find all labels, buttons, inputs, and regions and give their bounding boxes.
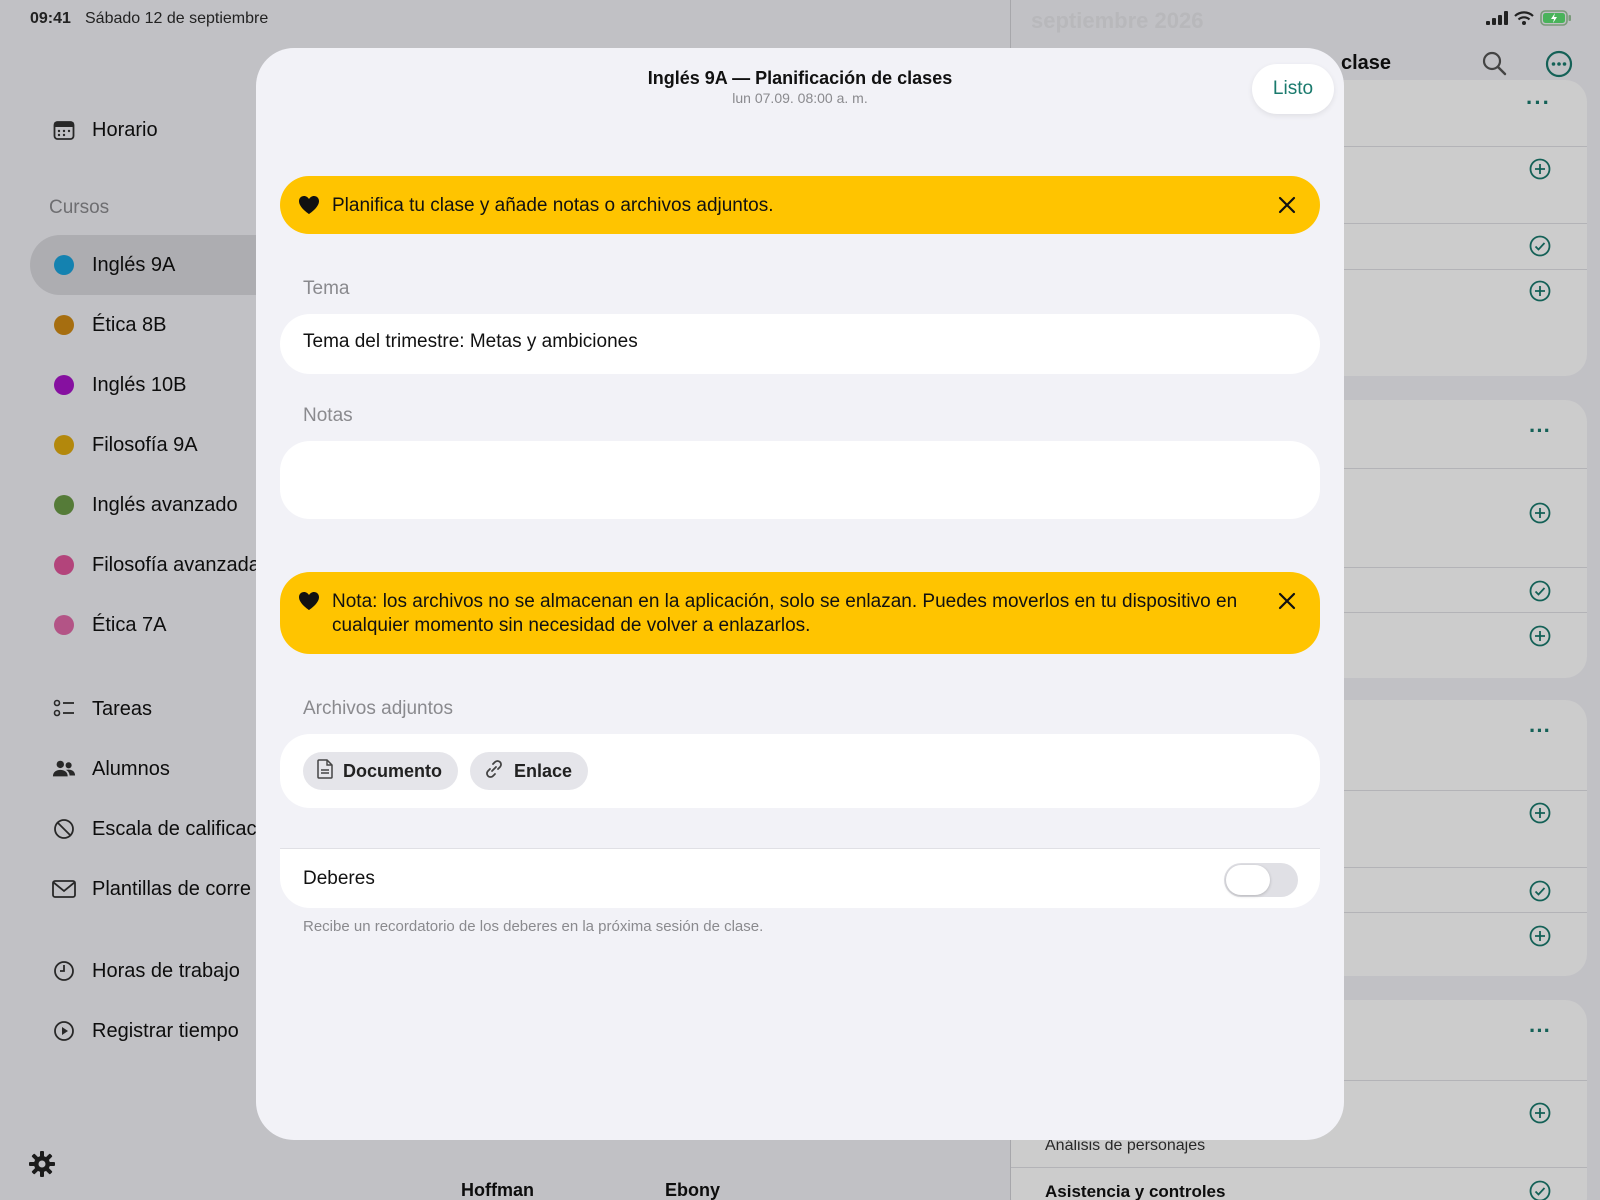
homework-row: Deberes	[280, 848, 1320, 908]
homework-hint: Recibe un recordatorio de los deberes en…	[303, 918, 764, 935]
homework-toggle[interactable]	[1224, 863, 1298, 897]
close-icon[interactable]	[1276, 590, 1300, 614]
info-banner: Planifica tu clase y añade notas o archi…	[280, 176, 1320, 234]
topic-field[interactable]: Tema del trimestre: Metas y ambiciones	[280, 314, 1320, 374]
lesson-planning-modal: Inglés 9A — Planificación de clases lun …	[256, 48, 1344, 1140]
banner-text: Nota: los archivos no se almacenan en la…	[332, 591, 1238, 636]
attachments-label: Archivos adjuntos	[303, 698, 453, 719]
toggle-knob	[1226, 865, 1270, 895]
topic-value: Tema del trimestre: Metas y ambiciones	[303, 331, 638, 352]
status-bar: 09:41 Sábado 12 de septiembre	[0, 0, 1600, 38]
modal-title: Inglés 9A — Planificación de clases	[647, 68, 953, 88]
notes-field[interactable]	[280, 441, 1320, 519]
signal-icon	[1486, 11, 1508, 30]
heart-icon	[298, 591, 320, 618]
battery-icon	[1540, 10, 1572, 31]
wifi-icon	[1514, 11, 1534, 30]
notes-label: Notas	[303, 405, 353, 426]
homework-label: Deberes	[303, 868, 375, 889]
topic-label: Tema	[303, 278, 350, 299]
add-link-button[interactable]: Enlace	[470, 752, 589, 790]
attachments-field: Documento Enlace	[280, 734, 1320, 808]
done-button[interactable]: Listo	[1252, 64, 1334, 114]
heart-icon	[298, 195, 320, 222]
status-date: Sábado 12 de septiembre	[85, 10, 269, 27]
document-icon	[317, 758, 333, 784]
document-label: Documento	[343, 760, 442, 781]
banner-text: Planifica tu clase y añade notas o archi…	[332, 195, 774, 216]
status-time: 09:41	[30, 10, 71, 27]
modal-subtitle: lun 07.09. 08:00 a. m.	[732, 90, 868, 106]
add-document-button[interactable]: Documento	[303, 752, 458, 790]
close-icon[interactable]	[1276, 194, 1300, 218]
link-icon	[484, 759, 504, 784]
info-banner: Nota: los archivos no se almacenan en la…	[280, 572, 1320, 654]
link-label: Enlace	[514, 760, 573, 781]
